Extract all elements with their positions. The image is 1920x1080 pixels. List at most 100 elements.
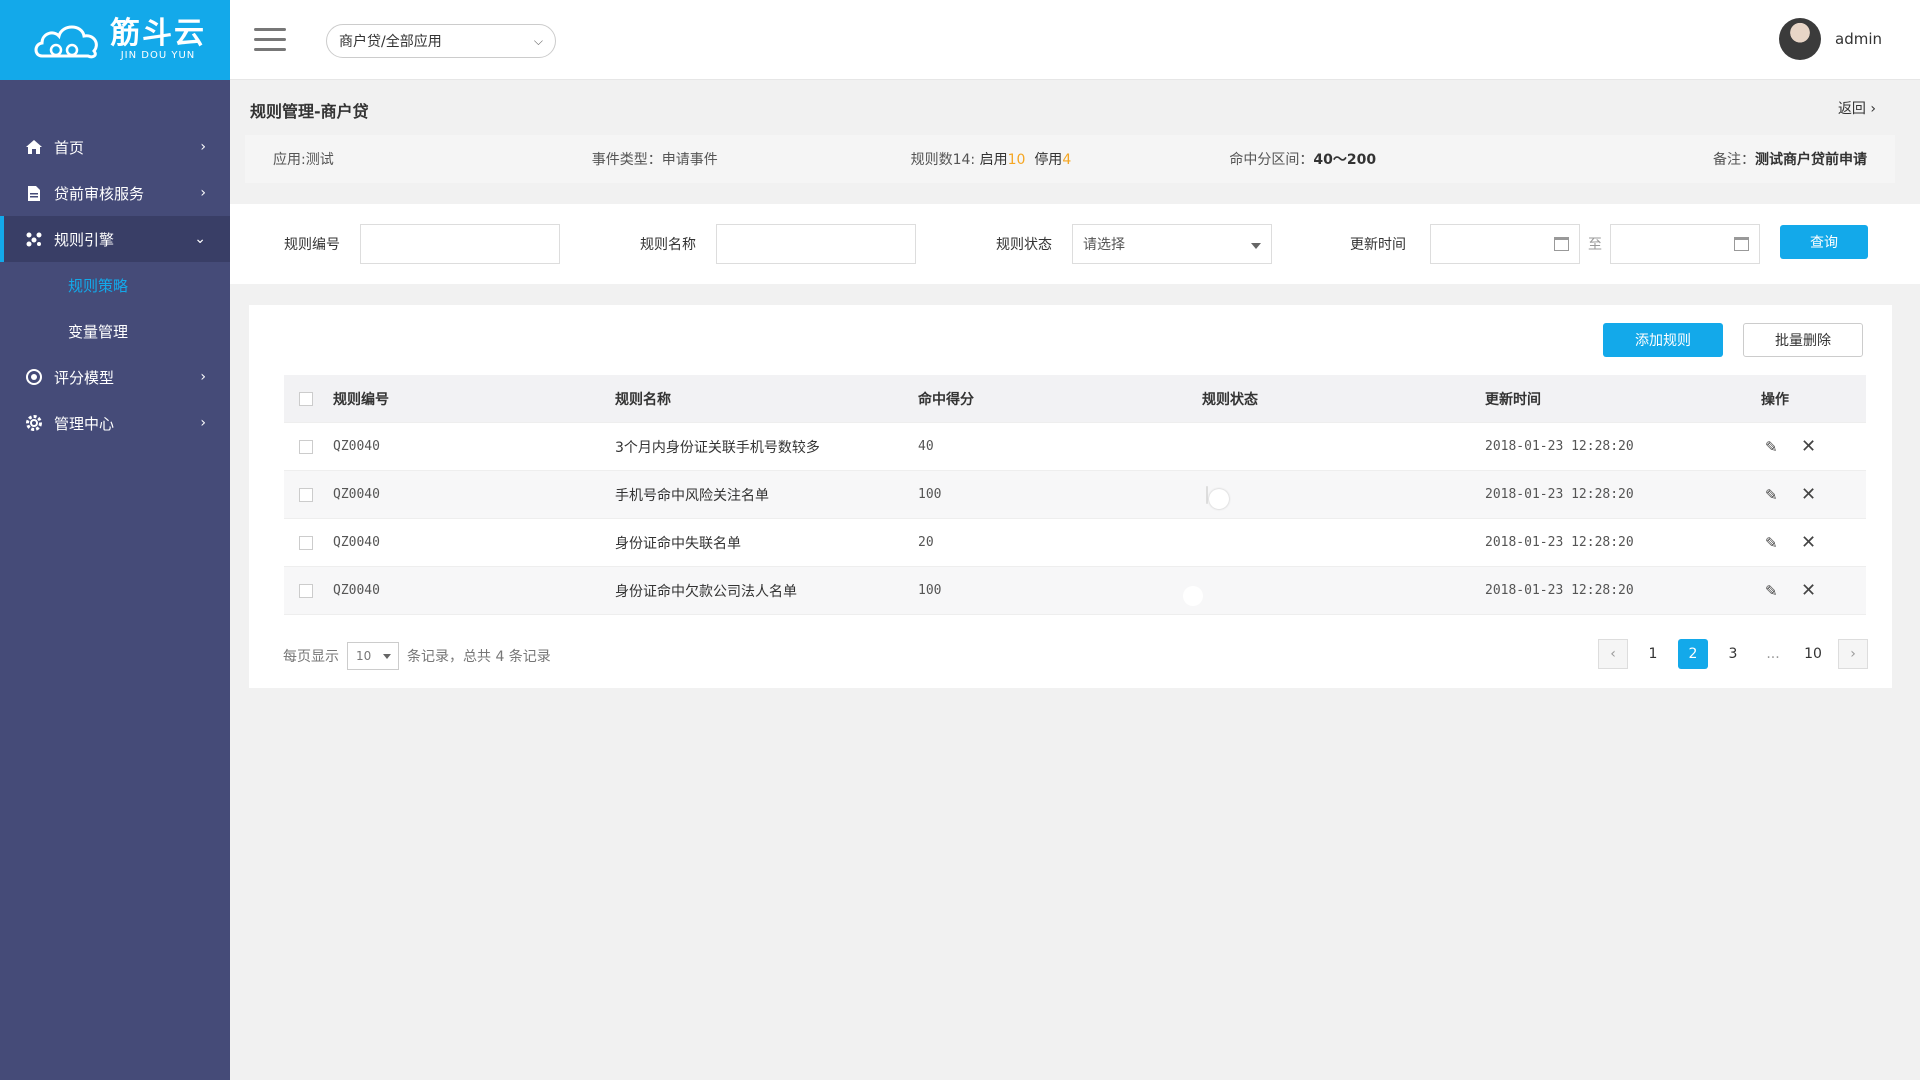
score-range-label: 命中分区间： <box>1229 152 1314 168</box>
disabled-count: 4 <box>1062 152 1072 168</box>
column-header: 更新时间 <box>1485 391 1541 408</box>
rule-id-cell: QZ0040 <box>333 439 380 454</box>
rule-id-input[interactable] <box>360 224 560 264</box>
user-menu[interactable]: admin <box>1779 18 1882 60</box>
page-title: 规则管理-商户贷 <box>250 102 369 121</box>
ops-cell: ✎ ✕ <box>1761 533 1866 551</box>
rule-info-bar: 应用:测试 事件类型：申请事件 规则数14: 启用10 停用4 命中分区间：40… <box>245 135 1895 183</box>
close-icon[interactable]: ✕ <box>1801 437 1816 455</box>
page-button[interactable]: 3 <box>1718 639 1748 669</box>
status-cell <box>1183 439 1485 462</box>
next-page-button[interactable]: › <box>1838 639 1868 669</box>
row-checkbox[interactable] <box>299 487 313 502</box>
sidebar-item-management-center[interactable]: 管理中心 › <box>0 400 230 446</box>
page-button[interactable]: 1 <box>1638 639 1668 669</box>
row-checkbox[interactable] <box>299 439 313 454</box>
edit-icon[interactable]: ✎ <box>1765 583 1781 599</box>
update-time-label: 更新时间 <box>1350 237 1406 253</box>
page-size-value: 10 <box>356 649 372 663</box>
avatar[interactable] <box>1779 18 1821 60</box>
sidebar-item-pre-loan[interactable]: 贷前审核服务 › <box>0 170 230 216</box>
hamburger-menu-icon[interactable] <box>254 28 286 52</box>
pagination: ‹ 1 2 3 ... 10 › <box>1588 639 1868 669</box>
close-icon[interactable]: ✕ <box>1801 533 1816 551</box>
add-rule-button[interactable]: 添加规则 <box>1603 323 1723 357</box>
status-toggle[interactable] <box>1206 485 1229 509</box>
sidebar-item-label: 评分模型 <box>54 368 115 387</box>
calendar-icon <box>1734 237 1749 251</box>
table-row: QZ0040 手机号命中风险关注名单 100 2018-01-23 12:28:… <box>284 471 1866 519</box>
page-size-select[interactable]: 10 <box>347 642 399 670</box>
document-icon <box>24 183 44 203</box>
score-cell: 100 <box>918 487 942 502</box>
close-icon[interactable]: ✕ <box>1801 485 1816 503</box>
sidebar-item-label: 贷前审核服务 <box>54 184 145 203</box>
rule-name-cell: 手机号命中风险关注名单 <box>615 487 769 504</box>
brand-subtitle: JIN DOU YUN <box>120 50 196 61</box>
page-button-current[interactable]: 2 <box>1678 639 1708 669</box>
end-date-input[interactable] <box>1610 224 1760 264</box>
sidebar-item-score-model[interactable]: 评分模型 › <box>0 354 230 400</box>
close-icon[interactable]: ✕ <box>1801 581 1816 599</box>
gear-icon <box>24 413 44 433</box>
score-cell: 40 <box>918 439 934 454</box>
row-checkbox[interactable] <box>299 583 313 598</box>
chevron-down-icon: ⌄ <box>194 231 206 247</box>
table-row: QZ0040 3个月内身份证关联手机号数较多 40 2018-01-23 12:… <box>284 423 1866 471</box>
rule-status-select[interactable]: 请选择 <box>1072 224 1272 264</box>
chevron-right-icon: › <box>200 415 206 431</box>
chevron-right-icon: › <box>1870 101 1876 117</box>
network-icon <box>24 229 44 249</box>
batch-delete-button[interactable]: 批量删除 <box>1743 323 1863 357</box>
back-link-label: 返回 <box>1837 101 1866 117</box>
caret-down-icon <box>1251 243 1261 249</box>
table-row: QZ0040 身份证命中欠款公司法人名单 100 2018-01-23 12:2… <box>284 567 1866 615</box>
sidebar-subitem-variable-management[interactable]: 变量管理 <box>0 308 230 354</box>
update-time-cell: 2018-01-23 12:28:20 <box>1485 487 1634 502</box>
start-date-input[interactable] <box>1430 224 1580 264</box>
prev-page-button[interactable]: ‹ <box>1598 639 1628 669</box>
sidebar-item-label: 规则引擎 <box>54 230 115 249</box>
edit-icon[interactable]: ✎ <box>1765 535 1781 551</box>
app-select-value: 商户贷/全部应用 <box>339 34 442 50</box>
per-page-label: 每页显示 <box>283 649 339 665</box>
sidebar-item-rule-engine[interactable]: 规则引擎 ⌄ <box>0 216 230 262</box>
note-value: 测试商户贷前申请 <box>1754 152 1867 168</box>
status-cell <box>1183 535 1485 558</box>
back-link[interactable]: 返回 › <box>1838 98 1876 118</box>
table-row: QZ0040 身份证命中失联名单 20 2018-01-23 12:28:20 … <box>284 519 1866 567</box>
sidebar-menu: 首页 › 贷前审核服务 › 规则引擎 ⌄ 规则策略 变量管理 评分模型 › 管理… <box>0 124 230 446</box>
info-event-type: 事件类型：申请事件 <box>591 152 718 168</box>
logo[interactable]: 筋斗云 JIN DOU YUN <box>0 0 230 80</box>
sidebar-item-label: 首页 <box>54 138 85 157</box>
row-checkbox[interactable] <box>299 535 313 550</box>
username: admin <box>1835 30 1882 48</box>
sidebar-item-home[interactable]: 首页 › <box>0 124 230 170</box>
rule-status-placeholder: 请选择 <box>1083 237 1125 253</box>
update-time-cell: 2018-01-23 12:28:20 <box>1485 439 1634 454</box>
note-label: 备注： <box>1712 152 1755 168</box>
column-header: 规则名称 <box>615 391 671 408</box>
column-header: 规则状态 <box>1202 391 1258 408</box>
query-button[interactable]: 查询 <box>1780 225 1868 259</box>
caret-down-icon <box>383 654 391 659</box>
info-score-range: 命中分区间：40～200 <box>1229 149 1548 169</box>
page-button[interactable]: 10 <box>1798 639 1828 669</box>
select-all-checkbox[interactable] <box>299 391 313 406</box>
status-cell <box>1202 485 1485 509</box>
calendar-icon <box>1554 237 1569 251</box>
edit-icon[interactable]: ✎ <box>1765 487 1781 503</box>
filter-bar: 规则编号 规则名称 规则状态 请选择 更新时间 至 查询 <box>230 204 1920 284</box>
enabled-count: 10 <box>1007 152 1026 168</box>
rule-name-input[interactable] <box>716 224 916 264</box>
score-cell: 20 <box>918 535 934 550</box>
sidebar-subitem-rule-strategy[interactable]: 规则策略 <box>0 262 230 308</box>
rules-table-card: 添加规则 批量删除 规则编号 规则名称 命中得分 规则状态 更新时间 操作 QZ… <box>249 305 1892 688</box>
app-select[interactable]: 商户贷/全部应用 ⌵ <box>326 24 556 58</box>
records-summary: 条记录，总共 4 条记录 <box>407 649 551 665</box>
edit-icon[interactable]: ✎ <box>1765 439 1781 455</box>
rule-status-label: 规则状态 <box>996 237 1052 253</box>
chevron-right-icon: › <box>200 185 206 201</box>
rules-table: 规则编号 规则名称 命中得分 规则状态 更新时间 操作 QZ0040 3个月内身… <box>284 375 1866 615</box>
status-cell <box>1183 583 1485 606</box>
